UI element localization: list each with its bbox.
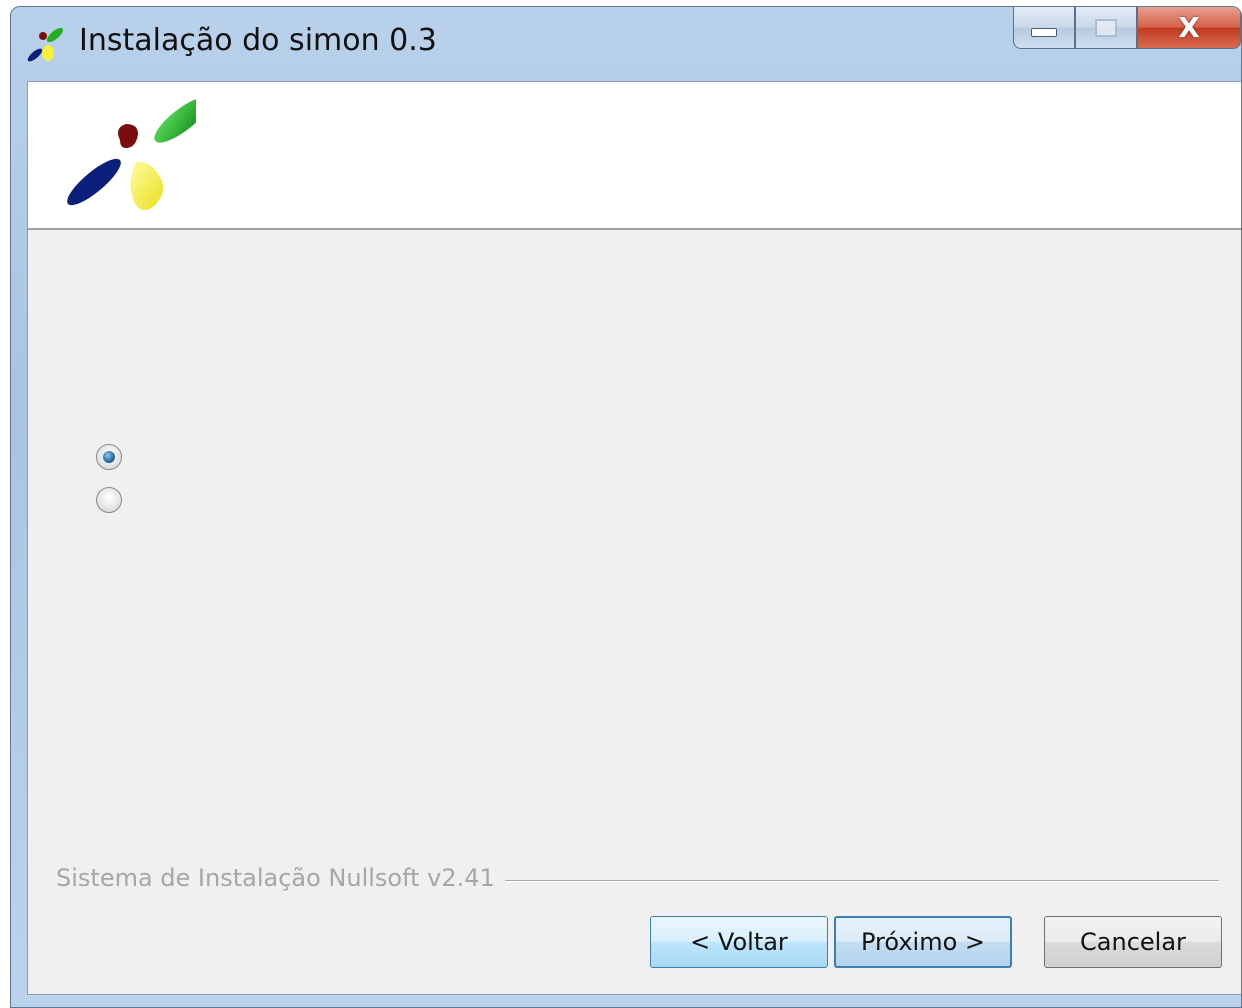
- back-button[interactable]: < Voltar: [650, 916, 828, 968]
- maximize-icon: [1095, 18, 1117, 37]
- caption-buttons: X: [1013, 7, 1241, 51]
- option-radio-2[interactable]: [96, 487, 122, 513]
- next-button[interactable]: Próximo >: [834, 916, 1012, 968]
- maximize-button[interactable]: [1075, 7, 1137, 49]
- window-title: Instalação do simon 0.3: [79, 23, 437, 58]
- close-icon: X: [1178, 11, 1200, 44]
- minimize-icon: [1031, 28, 1057, 37]
- installer-window: Instalação do simon 0.3 X Sistema de Ins…: [10, 6, 1242, 1008]
- cancel-button[interactable]: Cancelar: [1044, 916, 1222, 968]
- option-radio-1[interactable]: [96, 444, 122, 470]
- installer-page: Sistema de Instalação Nullsoft v2.41 < V…: [27, 81, 1241, 995]
- header-panel: [28, 82, 1241, 230]
- simon-logo-icon: [27, 27, 64, 62]
- title-bar[interactable]: Instalação do simon 0.3 X: [11, 7, 1241, 79]
- close-button[interactable]: X: [1137, 7, 1241, 49]
- minimize-button[interactable]: [1013, 7, 1075, 49]
- branding-text: Sistema de Instalação Nullsoft v2.41: [56, 864, 505, 892]
- simon-logo: [67, 97, 196, 211]
